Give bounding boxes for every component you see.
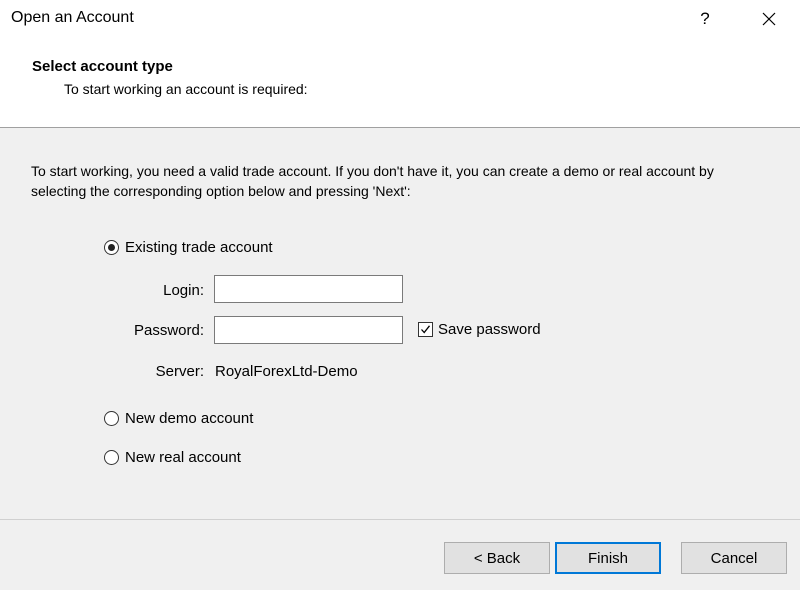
wizard-header: Select account type To start working an … [0,38,800,128]
server-label: Server: [155,363,204,380]
back-button[interactable]: < Back [444,542,550,574]
help-icon: ? [700,9,710,28]
header-subtitle: To start working an account is required: [64,81,308,97]
login-label: Login: [163,282,204,299]
title-bar: Open an Account ? [0,0,800,38]
radio-button-icon [104,411,119,426]
password-label: Password: [133,322,204,339]
radio-real-label: New real account [125,449,241,466]
window-title: Open an Account [11,9,134,26]
header-title: Select account type [32,58,173,75]
close-icon [762,12,776,26]
help-button[interactable]: ? [688,2,722,36]
login-input[interactable] [214,275,403,303]
checkbox-box [418,322,433,337]
description-text: To start working, you need a valid trade… [31,163,714,199]
radio-selected-dot [108,244,115,251]
radio-button-icon [104,450,119,465]
radio-demo-label: New demo account [125,410,254,427]
cancel-button[interactable]: Cancel [681,542,787,574]
radio-real-account[interactable]: New real account [104,449,241,466]
radio-demo-account[interactable]: New demo account [104,410,253,427]
radio-button-icon [104,240,119,255]
save-password-checkbox[interactable]: Save password [418,321,541,338]
radio-existing-account[interactable]: Existing trade account [104,239,273,256]
radio-existing-label: Existing trade account [125,239,273,256]
checkmark-icon [421,325,431,334]
password-input[interactable] [214,316,403,344]
footer-divider [0,519,800,520]
server-value: RoyalForexLtd-Demo [215,363,358,380]
close-button[interactable] [752,2,786,36]
save-password-label: Save password [438,321,541,338]
finish-button[interactable]: Finish [555,542,661,574]
